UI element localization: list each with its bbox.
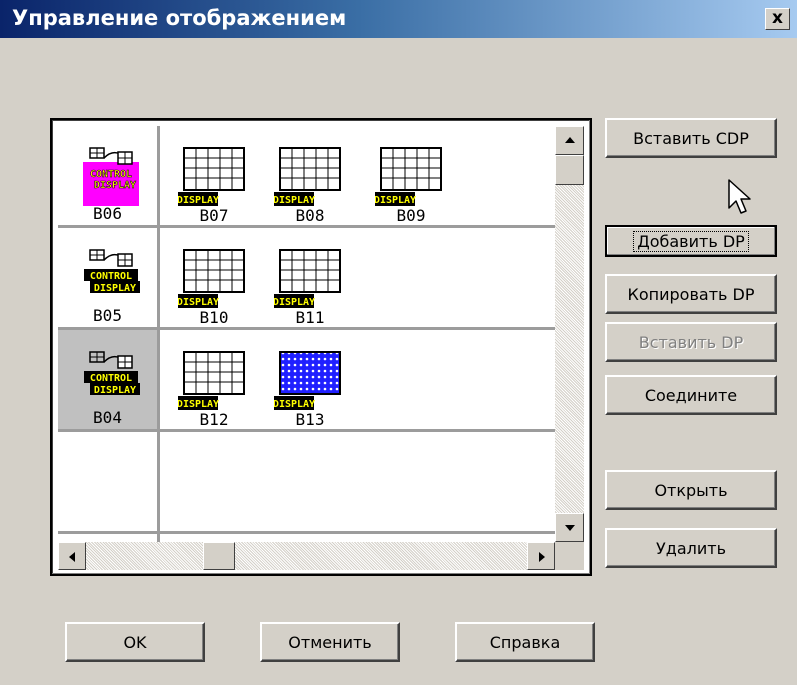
arrow-left-icon [69,552,75,562]
display-active-icon: DISPLAY [274,351,341,410]
arrow-up-icon [565,137,575,143]
insert-cdp-button[interactable]: Вставить CDP [605,118,777,158]
display-item[interactable]: DISPLAY B08 [274,146,346,226]
display-grid-icon: DISPLAY [274,249,341,308]
display-label: B09 [396,206,426,225]
display-label: B13 [295,410,325,429]
vertical-scroll-thumb[interactable] [555,155,584,185]
close-button[interactable]: x [765,8,790,30]
window-title: Управление отображением [12,6,347,30]
cancel-label: Отменить [288,632,372,652]
display-grid-icon: DISPLAY [178,147,245,206]
scroll-down-button[interactable] [555,513,584,542]
vertical-scrollbar[interactable] [555,126,584,542]
ok-label: OK [123,632,147,652]
svg-text:DISPLAY: DISPLAY [178,399,219,410]
close-icon: x [772,8,783,28]
control-display-label: B05 [93,306,122,325]
display-grid-icon: DISPLAY [178,249,245,308]
paste-dp-button[interactable]: Вставить DP [605,322,777,362]
display-grid-icon: DISPLAY [375,147,442,206]
svg-text:DISPLAY: DISPLAY [178,195,219,206]
add-dp-button[interactable]: Добавить DP [605,225,777,257]
display-grid-icon: DISPLAY [274,147,341,206]
svg-text:CONTROL: CONTROL [90,271,132,282]
grid-row: CONTROL DISPLAY B06 DISPLAY B07 DISPLAY [58,126,555,228]
cancel-button[interactable]: Отменить [260,622,400,662]
control-display-icon: CONTROL DISPLAY [83,147,139,206]
ok-button[interactable]: OK [65,622,205,662]
open-button[interactable]: Открыть [605,470,777,510]
add-dp-label: Добавить DP [633,230,749,252]
svg-text:DISPLAY: DISPLAY [178,297,219,308]
display-label: B08 [295,206,325,225]
control-display-cell-empty[interactable] [58,432,160,531]
svg-text:DISPLAY: DISPLAY [94,180,136,191]
scroll-up-button[interactable] [555,126,584,155]
arrow-right-icon [539,552,545,562]
arrow-down-icon [565,525,575,531]
svg-text:DISPLAY: DISPLAY [375,195,416,206]
grid-row: CONTROL DISPLAY B05 DISPLAY B10 DISPLAY … [58,228,555,330]
control-display-label: B04 [93,408,122,427]
display-item[interactable]: DISPLAY B07 [178,146,250,226]
control-display-cell[interactable]: CONTROL DISPLAY B06 [58,126,160,225]
scroll-left-button[interactable] [58,542,86,570]
svg-text:DISPLAY: DISPLAY [94,385,136,396]
title-bar: Управление отображением x [0,0,797,38]
layout-grid[interactable]: CONTROL DISPLAY B06 DISPLAY B07 DISPLAY [58,126,555,542]
grid-row: CONTROL DISPLAY B04 DISPLAY B12 DISPLAY … [58,330,555,432]
delete-button[interactable]: Удалить [605,528,777,568]
control-display-cell-empty[interactable] [58,534,160,542]
scrollbar-corner [555,542,584,570]
copy-dp-button[interactable]: Копировать DP [605,274,777,314]
open-label: Открыть [654,480,728,500]
display-label: B11 [295,308,325,327]
connect-label: Соедините [644,385,738,405]
grid-row-empty [58,432,555,534]
delete-label: Удалить [656,538,726,558]
display-item[interactable]: DISPLAY B10 [178,248,250,328]
display-item[interactable]: DISPLAY B09 [375,146,447,226]
display-label: B07 [199,206,229,225]
mouse-cursor-icon [728,179,751,214]
display-item[interactable]: DISPLAY B11 [274,248,346,328]
insert-cdp-label: Вставить CDP [633,128,749,148]
svg-text:CONTROL: CONTROL [90,169,132,180]
control-display-cell-selected[interactable]: CONTROL DISPLAY B04 [58,330,160,429]
scroll-right-button[interactable] [527,542,555,570]
control-display-icon: CONTROL DISPLAY [84,249,140,294]
control-display-icon: CONTROL DISPLAY [84,351,140,396]
display-grid-icon: DISPLAY [178,351,245,410]
svg-text:DISPLAY: DISPLAY [94,283,136,294]
horizontal-scroll-thumb[interactable] [203,542,235,570]
svg-text:DISPLAY: DISPLAY [274,195,315,206]
display-label: B12 [199,410,229,429]
help-label: Справка [489,632,561,652]
copy-dp-label: Копировать DP [627,284,755,304]
paste-dp-label: Вставить DP [638,332,744,352]
control-display-label: B06 [93,204,122,223]
grid-row-empty [58,534,555,542]
display-item-active[interactable]: DISPLAY B13 [274,350,346,430]
svg-text:CONTROL: CONTROL [90,373,132,384]
display-item[interactable]: DISPLAY B12 [178,350,250,430]
svg-text:DISPLAY: DISPLAY [274,399,315,410]
svg-text:DISPLAY: DISPLAY [274,297,315,308]
horizontal-scrollbar[interactable] [58,542,555,570]
display-label: B10 [199,308,229,327]
control-display-cell[interactable]: CONTROL DISPLAY B05 [58,228,160,327]
connect-button[interactable]: Соедините [605,375,777,415]
help-button[interactable]: Справка [455,622,595,662]
